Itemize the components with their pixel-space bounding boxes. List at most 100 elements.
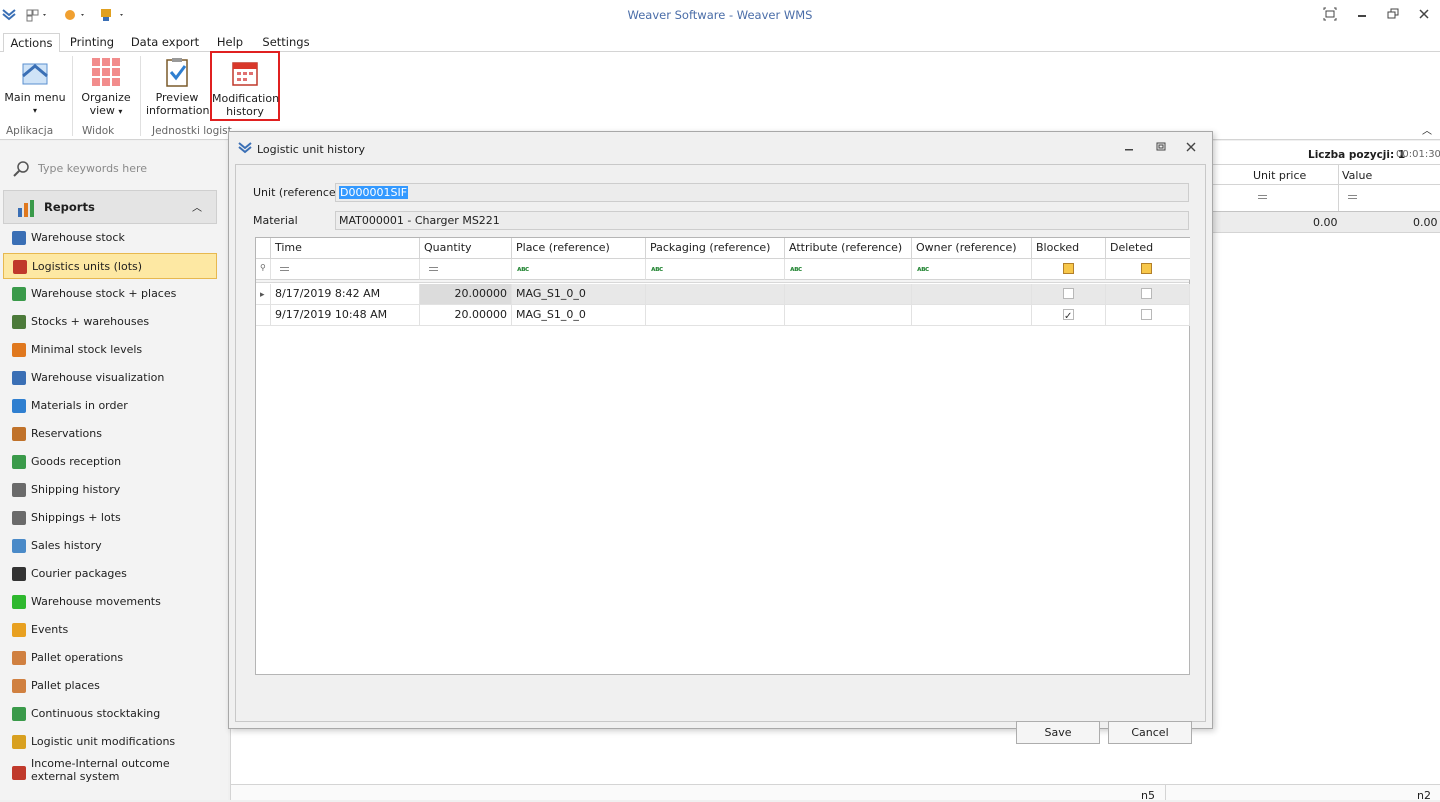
chevron-up-icon[interactable]: ︿ bbox=[192, 199, 202, 214]
sidebar-item[interactable]: Warehouse stock + places bbox=[3, 281, 217, 307]
sidebar-item[interactable]: Materials in order bbox=[3, 393, 217, 419]
column-header-unit-price[interactable]: Unit price bbox=[1253, 169, 1306, 182]
cell-place[interactable]: MAG_S1_0_0 bbox=[512, 305, 646, 326]
fullscreen-icon[interactable] bbox=[1323, 7, 1337, 21]
dialog-title-bar[interactable]: Logistic unit history bbox=[229, 132, 1212, 164]
sidebar-item[interactable]: Shippings + lots bbox=[3, 505, 217, 531]
filter-place[interactable]: ᴀʙᴄ bbox=[512, 259, 646, 280]
column-header-blocked[interactable]: Blocked bbox=[1032, 238, 1106, 259]
cell-ind[interactable]: ▸ bbox=[256, 284, 271, 305]
boxes-icon bbox=[12, 511, 26, 525]
blocked-checkbox[interactable] bbox=[1063, 288, 1074, 299]
sidebar-item[interactable]: Continuous stocktaking bbox=[3, 701, 217, 727]
sidebar-item[interactable]: Events bbox=[3, 617, 217, 643]
cell-attribute[interactable] bbox=[785, 305, 912, 326]
column-header-place[interactable]: Place (reference) bbox=[512, 238, 646, 259]
filter-checkbox[interactable] bbox=[1063, 263, 1074, 274]
footer-n2: n2 bbox=[1417, 789, 1431, 802]
save-button[interactable]: Save bbox=[1016, 721, 1100, 744]
cell-attribute[interactable] bbox=[785, 284, 912, 305]
tab-data-export[interactable]: Data export bbox=[128, 33, 202, 53]
filter-packaging[interactable]: ᴀʙᴄ bbox=[646, 259, 785, 280]
column-header-quantity[interactable]: Quantity bbox=[420, 238, 512, 259]
cell-owner[interactable] bbox=[912, 305, 1032, 326]
filter-eq-unit-price[interactable] bbox=[1258, 195, 1267, 199]
cancel-button[interactable]: Cancel bbox=[1108, 721, 1192, 744]
organize-view-label: Organize bbox=[81, 91, 131, 104]
sidebar-item[interactable]: Income-Internal outcome external system bbox=[3, 757, 217, 787]
cell-deleted[interactable] bbox=[1106, 284, 1190, 305]
collapse-ribbon-icon[interactable]: ︿ bbox=[1422, 122, 1432, 137]
sidebar-item[interactable]: Warehouse movements bbox=[3, 589, 217, 615]
tab-actions[interactable]: Actions bbox=[3, 33, 60, 53]
sidebar-item[interactable]: Goods reception bbox=[3, 449, 217, 475]
column-header-time[interactable]: Time bbox=[271, 238, 420, 259]
grid-icon bbox=[90, 56, 122, 88]
cell-owner[interactable] bbox=[912, 284, 1032, 305]
filter-checkbox[interactable] bbox=[1141, 263, 1152, 274]
cell-time[interactable]: 9/17/2019 10:48 AM bbox=[271, 305, 420, 326]
minimize-icon[interactable] bbox=[1355, 7, 1369, 21]
cell-quantity[interactable]: 20.00000 bbox=[420, 305, 512, 326]
close-icon[interactable] bbox=[1417, 7, 1431, 21]
sidebar-item[interactable]: Courier packages bbox=[3, 561, 217, 587]
sidebar-item-label: Logistic unit modifications bbox=[31, 735, 176, 748]
ribbon-tabs: Actions Printing Data export Help Settin… bbox=[0, 30, 1440, 53]
blocked-checkbox[interactable] bbox=[1063, 307, 1074, 327]
sidebar-item[interactable]: Stocks + warehouses bbox=[3, 309, 217, 335]
deleted-checkbox[interactable] bbox=[1141, 309, 1152, 320]
column-header-deleted[interactable]: Deleted bbox=[1106, 238, 1190, 259]
unit-field[interactable]: D000001SIF bbox=[335, 183, 1189, 202]
cell-time[interactable]: 8/17/2019 8:42 AM bbox=[271, 284, 420, 305]
sidebar-item[interactable]: Logistic unit modifications bbox=[3, 729, 217, 755]
cell-ind[interactable] bbox=[256, 305, 271, 326]
dialog-minimize-icon[interactable] bbox=[1123, 141, 1135, 156]
filter-quantity[interactable] bbox=[420, 259, 512, 280]
filter-attribute[interactable]: ᴀʙᴄ bbox=[785, 259, 912, 280]
column-header-value[interactable]: Value bbox=[1342, 169, 1372, 182]
filter-owner[interactable]: ᴀʙᴄ bbox=[912, 259, 1032, 280]
sidebar-item[interactable]: Shipping history bbox=[3, 477, 217, 503]
column-header-owner[interactable]: Owner (reference) bbox=[912, 238, 1032, 259]
sidebar-item[interactable]: Reservations bbox=[3, 421, 217, 447]
filter-blocked[interactable] bbox=[1032, 259, 1106, 280]
preview-information-button[interactable]: Preview information bbox=[146, 56, 210, 117]
flag-icon bbox=[12, 399, 26, 413]
deleted-checkbox[interactable] bbox=[1141, 288, 1152, 299]
filter-eq-value[interactable] bbox=[1348, 195, 1357, 199]
tab-help[interactable]: Help bbox=[212, 33, 248, 53]
reports-section-header[interactable]: Reports ︿ bbox=[3, 190, 217, 224]
filter-time[interactable] bbox=[271, 259, 420, 280]
sidebar-item[interactable]: Pallet places bbox=[3, 673, 217, 699]
cell-packaging[interactable] bbox=[646, 305, 785, 326]
sidebar-item[interactable]: Logistics units (lots) bbox=[3, 253, 217, 279]
dialog-close-icon[interactable] bbox=[1185, 141, 1197, 156]
column-header-packaging[interactable]: Packaging (reference) bbox=[646, 238, 785, 259]
filter-pin-icon[interactable]: ⚲ bbox=[256, 259, 271, 280]
tab-printing[interactable]: Printing bbox=[66, 33, 118, 53]
dialog-maximize-icon[interactable] bbox=[1155, 141, 1167, 156]
organize-view-button[interactable]: Organize view ▾ bbox=[78, 56, 134, 118]
tab-settings[interactable]: Settings bbox=[258, 33, 314, 53]
sidebar-item[interactable]: Minimal stock levels bbox=[3, 337, 217, 363]
main-menu-button[interactable]: Main menu ▾ bbox=[3, 56, 67, 117]
column-header-attribute[interactable]: Attribute (reference) bbox=[785, 238, 912, 259]
search-box[interactable]: Type keywords here bbox=[10, 159, 220, 179]
refresh-icon bbox=[12, 707, 26, 721]
sidebar-item[interactable]: Warehouse visualization bbox=[3, 365, 217, 391]
sidebar-item[interactable]: Pallet operations bbox=[3, 645, 217, 671]
modification-history-button[interactable]: Modification history bbox=[210, 51, 280, 121]
sidebar-item[interactable]: Sales history bbox=[3, 533, 217, 559]
pallet-place-icon bbox=[12, 679, 26, 693]
cell-quantity[interactable]: 20.00000 bbox=[420, 284, 512, 305]
total-value: 0.00 bbox=[1413, 216, 1438, 229]
cell-place[interactable]: MAG_S1_0_0 bbox=[512, 284, 646, 305]
material-field[interactable]: MAT000001 - Charger MS221 bbox=[335, 211, 1189, 230]
cell-packaging[interactable] bbox=[646, 284, 785, 305]
filter-deleted[interactable] bbox=[1106, 259, 1190, 280]
sidebar-item[interactable]: Warehouse stock bbox=[3, 225, 217, 251]
cell-blocked[interactable] bbox=[1032, 305, 1106, 327]
cell-blocked[interactable] bbox=[1032, 284, 1106, 305]
restore-icon[interactable] bbox=[1386, 7, 1400, 21]
cell-deleted[interactable] bbox=[1106, 305, 1190, 326]
